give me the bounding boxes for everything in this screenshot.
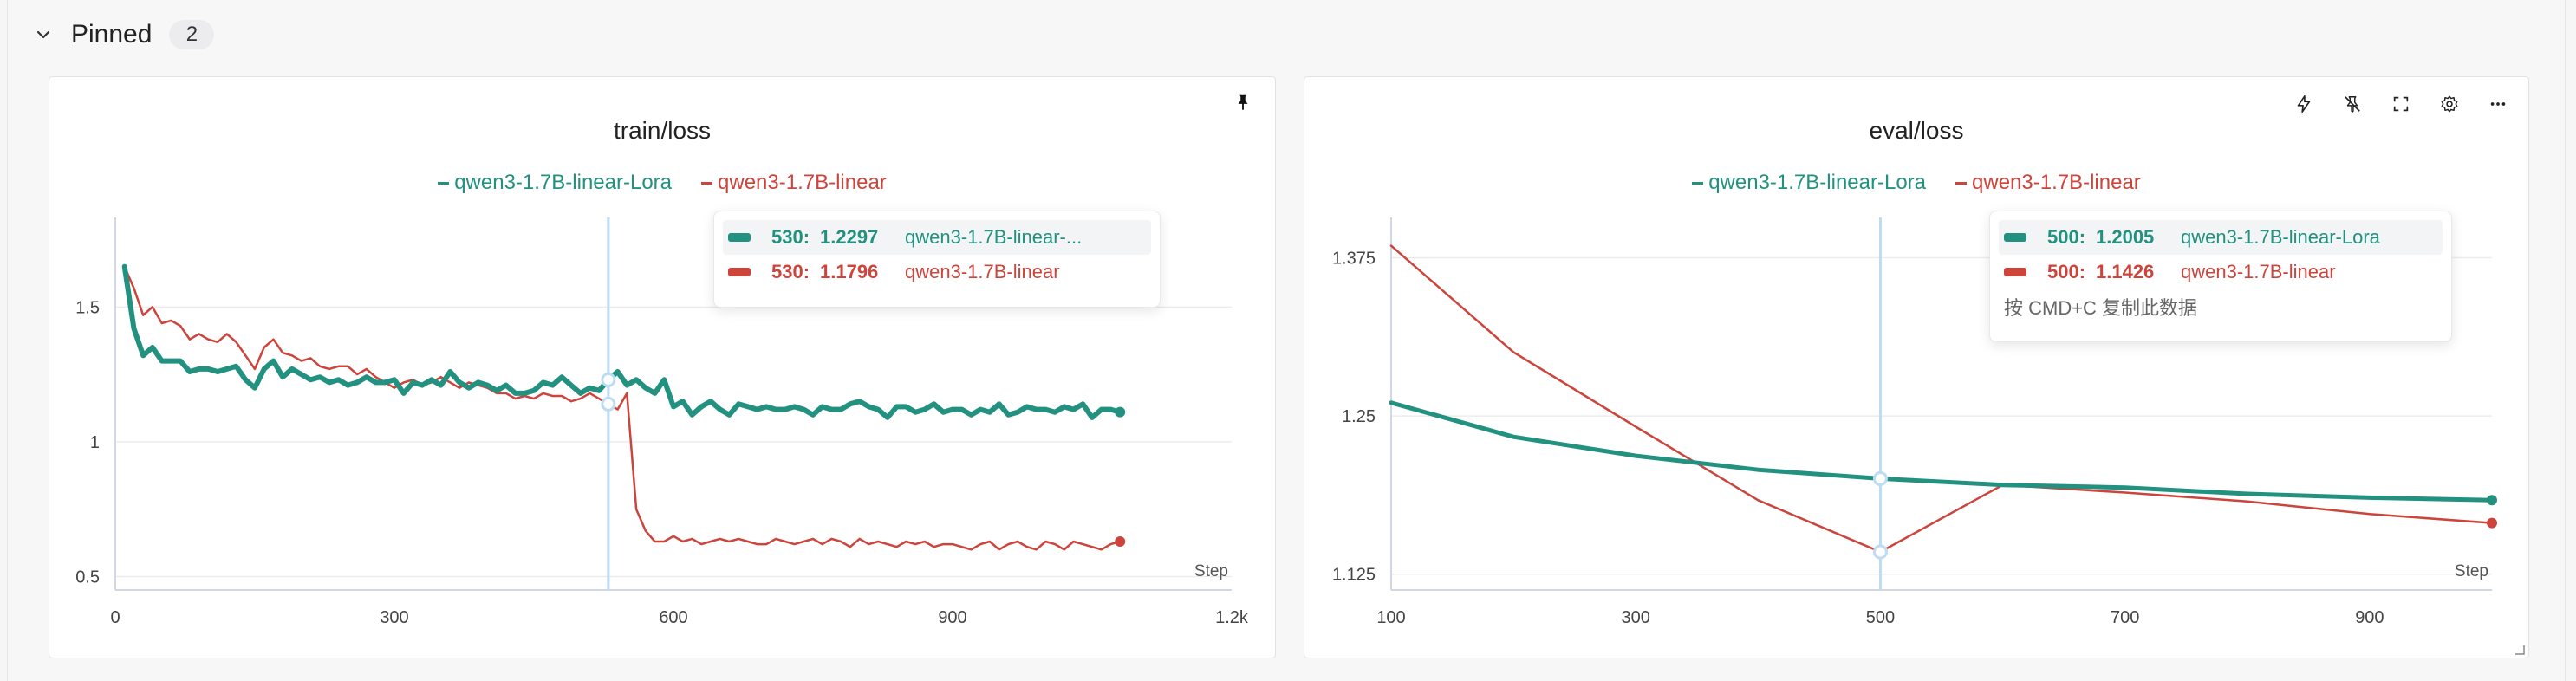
- tooltip-row: 530: 1.2297 qwen3-1.7B-linear-...: [723, 220, 1151, 255]
- series-end-point: [2487, 495, 2497, 506]
- y-tick-label: 1.25: [1342, 407, 1376, 426]
- chevron-down-icon[interactable]: [33, 24, 54, 45]
- tooltip-step: 530:: [771, 226, 810, 248]
- legend-item-lora[interactable]: qwen3-1.7B-linear-Lora: [438, 171, 672, 195]
- gear-icon[interactable]: [2435, 89, 2464, 119]
- tooltip-series-name: qwen3-1.7B-linear: [2181, 261, 2336, 282]
- chart-legend: qwen3-1.7B-linear-Lora qwen3-1.7B-linear: [49, 171, 1275, 195]
- series-end-point: [2487, 517, 2497, 529]
- x-axis-label: Step: [1194, 562, 1228, 580]
- tooltip-value: 1.1796: [820, 261, 879, 282]
- x-tick-label: 300: [380, 608, 408, 627]
- tooltip-row: 500: 1.2005 qwen3-1.7B-linear-Lora: [1999, 220, 2443, 255]
- hover-point: [1872, 544, 1888, 560]
- x-tick-label: 900: [2355, 608, 2384, 627]
- resize-handle-icon[interactable]: [2514, 644, 2525, 655]
- chart-panel-eval-loss: 1.125 1.25 1.375 100 300 500 700 900 Step eval/l…: [1304, 76, 2529, 658]
- count-badge: 2: [169, 20, 215, 49]
- section-header: Pinned 2: [33, 16, 215, 54]
- x-tick-label: 600: [659, 608, 687, 627]
- chart-title: eval/loss: [1869, 117, 1964, 144]
- section-title: Pinned: [71, 20, 153, 49]
- y-tick-label: 1.375: [1332, 250, 1376, 269]
- x-tick-label: 700: [2111, 608, 2139, 627]
- legend-label: qwen3-1.7B-linear-Lora: [454, 171, 673, 194]
- y-tick-label: 1: [90, 433, 100, 452]
- unpin-icon[interactable]: [2338, 89, 2367, 119]
- more-icon[interactable]: [2483, 89, 2513, 119]
- tooltip-row: 500: 1.1426 qwen3-1.7B-linear: [2004, 255, 2437, 289]
- series-end-point: [1115, 536, 1126, 547]
- legend-label: qwen3-1.7B-linear: [1972, 171, 2141, 194]
- tooltip-step: 530:: [771, 261, 810, 282]
- tooltip-value: 1.1426: [2096, 261, 2155, 282]
- series-line: [123, 265, 1122, 551]
- x-tick-label: 900: [938, 608, 966, 627]
- legend-swatch: [438, 181, 450, 185]
- y-tick-label: 1.125: [1332, 566, 1376, 585]
- hover-tooltip: 500: 1.2005 qwen3-1.7B-linear-Lora 500: …: [1989, 211, 2452, 342]
- tooltip-series-name: qwen3-1.7B-linear-...: [905, 226, 1083, 248]
- legend-label: qwen3-1.7B-linear-Lora: [1708, 171, 1927, 194]
- hover-point: [601, 396, 616, 412]
- hover-tooltip: 530: 1.2297 qwen3-1.7B-linear-... 530: 1…: [713, 211, 1161, 308]
- x-tick-label: 100: [1376, 608, 1405, 627]
- pin-icon[interactable]: [1228, 88, 1258, 117]
- tooltip-swatch: [728, 268, 751, 276]
- tooltip-series-name: qwen3-1.7B-linear-Lora: [2181, 226, 2380, 248]
- legend-swatch: [1692, 181, 1704, 185]
- hover-point: [601, 372, 616, 387]
- tooltip-row: 530: 1.1796 qwen3-1.7B-linear: [728, 255, 1146, 289]
- x-tick-label: 1.2k: [1215, 608, 1249, 627]
- train-loss-plot[interactable]: 0.5 1 1.5 0 300 600 900 1.2k Step: [49, 77, 1277, 659]
- legend-item-lora[interactable]: qwen3-1.7B-linear-Lora: [1692, 171, 1926, 195]
- series-end-point: [1115, 406, 1126, 418]
- legend-item-linear[interactable]: qwen3-1.7B-linear: [701, 171, 887, 195]
- tooltip-swatch: [728, 233, 751, 242]
- x-axis-label: Step: [2455, 562, 2488, 580]
- x-tick-label: 0: [110, 608, 120, 627]
- eval-loss-plot[interactable]: 1.125 1.25 1.375 100 300 500 700 900 Step: [1304, 77, 2530, 659]
- tooltip-swatch: [2004, 233, 2026, 242]
- tooltip-swatch: [2004, 268, 2026, 276]
- y-tick-label: 1.5: [75, 298, 100, 317]
- fullscreen-icon[interactable]: [2386, 89, 2416, 119]
- legend-label: qwen3-1.7B-linear: [718, 171, 887, 194]
- legend-item-linear[interactable]: qwen3-1.7B-linear: [1955, 171, 2141, 195]
- hover-point: [1872, 470, 1888, 486]
- chart-title: train/loss: [613, 117, 712, 144]
- lightning-icon[interactable]: [2289, 89, 2319, 119]
- chart-legend: qwen3-1.7B-linear-Lora qwen3-1.7B-linear: [1304, 171, 2528, 195]
- series-line: [1389, 400, 2495, 503]
- x-tick-label: 500: [1866, 608, 1895, 627]
- chart-panel-train-loss: 0.5 1 1.5 0 300 600 900 1.2k Step train/loss qwe…: [49, 76, 1276, 658]
- tooltip-value: 1.2005: [2096, 226, 2155, 248]
- x-tick-label: 300: [1622, 608, 1650, 627]
- tooltip-copy-hint: 按 CMD+C 复制此数据: [2004, 297, 2198, 319]
- tooltip-step: 500:: [2047, 261, 2086, 282]
- tooltip-series-name: qwen3-1.7B-linear: [905, 261, 1060, 282]
- legend-swatch: [701, 181, 713, 185]
- y-tick-label: 0.5: [75, 568, 100, 587]
- legend-swatch: [1955, 181, 1968, 185]
- tooltip-value: 1.2297: [820, 226, 879, 248]
- tooltip-step: 500:: [2047, 226, 2086, 248]
